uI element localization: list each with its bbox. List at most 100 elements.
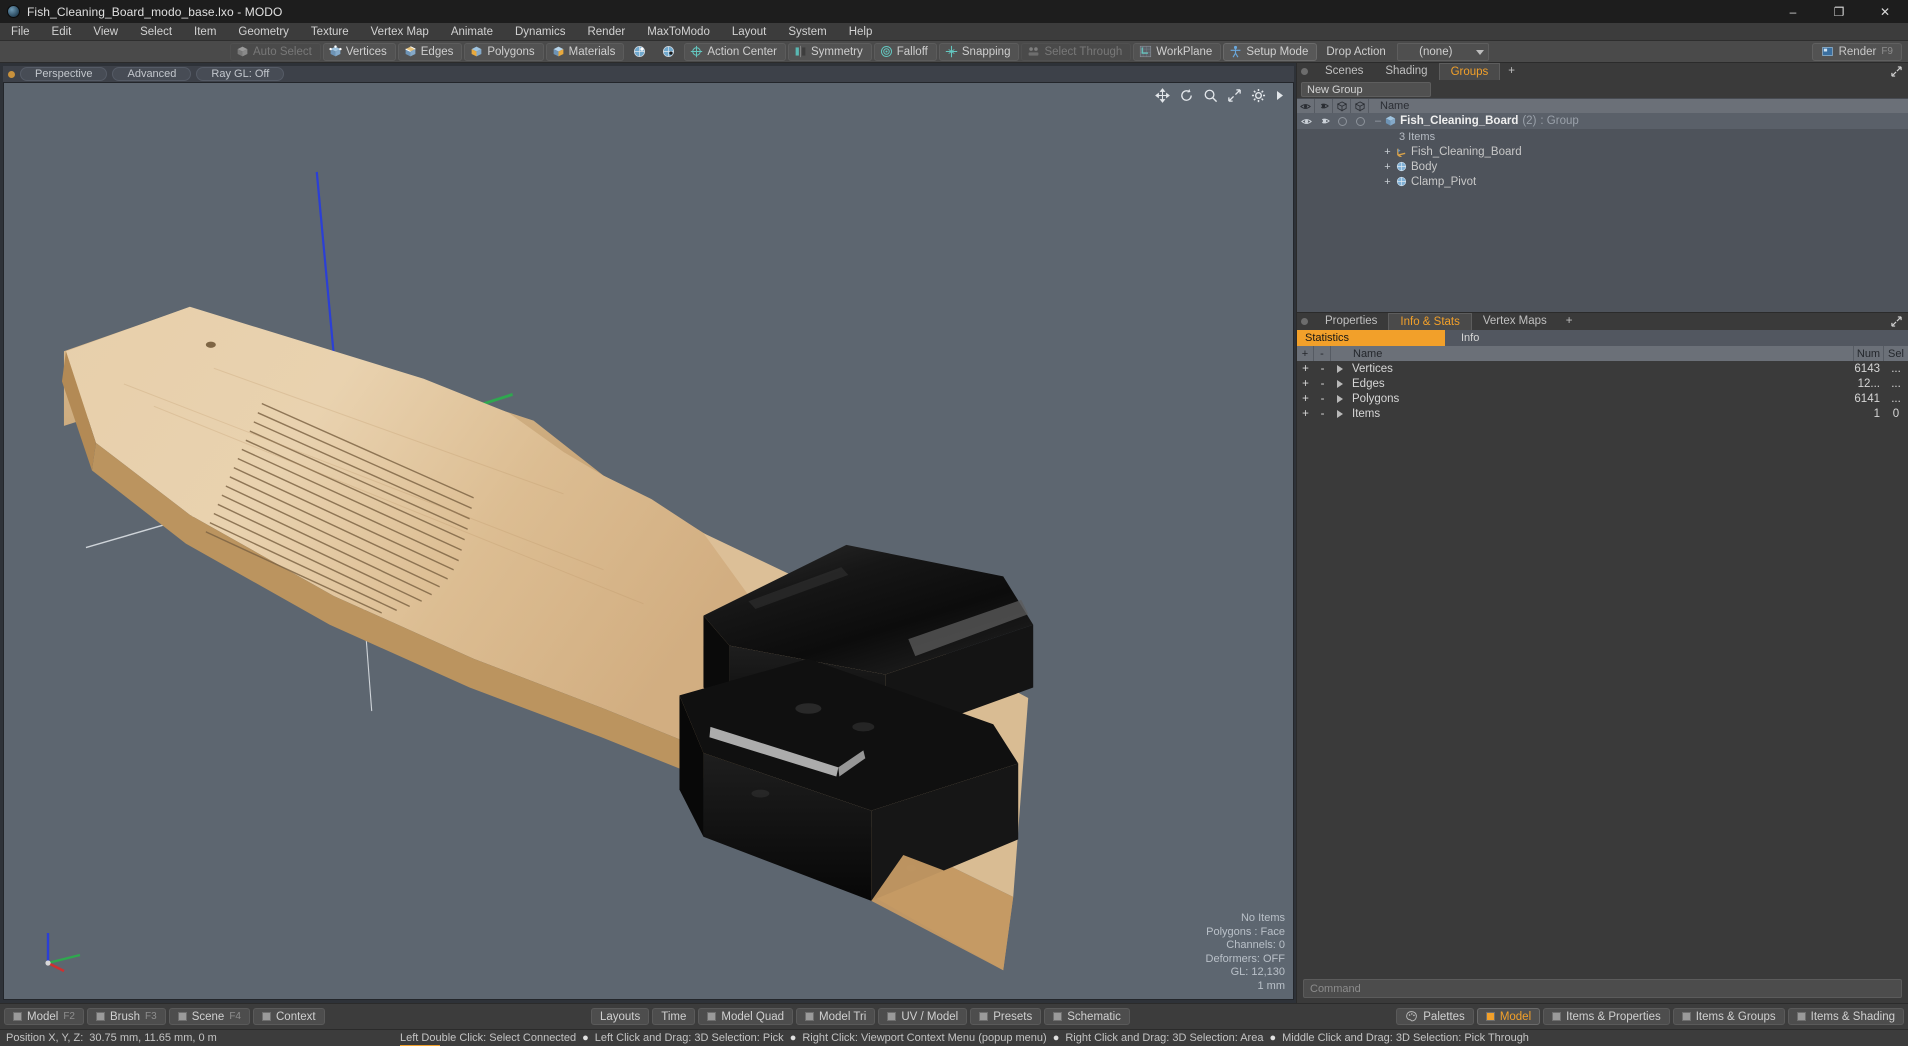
tree-col-shade[interactable] <box>1333 98 1351 114</box>
drop-action-select[interactable]: (none) <box>1396 42 1489 61</box>
falloff-button[interactable]: Falloff <box>873 42 937 61</box>
group-wire-toggle[interactable] <box>1351 116 1369 126</box>
menu-select[interactable]: Select <box>129 23 183 41</box>
chevron-right-icon[interactable] <box>1275 89 1285 102</box>
time-button[interactable]: Time <box>652 1008 696 1025</box>
tab-vertex-maps[interactable]: Vertex Maps <box>1472 313 1558 330</box>
stats-expander-polygons[interactable] <box>1337 394 1343 403</box>
snapping-button[interactable]: Snapping <box>938 42 1020 61</box>
group-shade-toggle[interactable] <box>1333 116 1351 126</box>
tree-expander-mesh[interactable]: + <box>1383 146 1392 158</box>
command-input[interactable]: Command <box>1303 979 1902 998</box>
stats-add-items[interactable]: + <box>1297 406 1314 421</box>
menu-dynamics[interactable]: Dynamics <box>504 23 576 41</box>
tree-row-item-body[interactable]: + Body <box>1297 159 1908 174</box>
workplane-button[interactable]: WorkPlane <box>1133 42 1222 61</box>
scene-panel-menu-dot-icon[interactable] <box>1301 68 1308 75</box>
gear-icon[interactable] <box>1251 88 1266 103</box>
stats-add-polygons[interactable]: + <box>1297 391 1314 406</box>
materials-button[interactable]: Materials <box>545 42 625 61</box>
tree-expander-clamp-pivot[interactable]: + <box>1383 176 1392 188</box>
stats-expander-vertices[interactable] <box>1337 364 1343 373</box>
tree-col-wire[interactable] <box>1351 98 1369 114</box>
tree-row-group[interactable]: – Fish_Cleaning_Board (2) : Group <box>1297 113 1908 129</box>
globe-center-button[interactable] <box>626 43 653 61</box>
expand-stats-panel-icon[interactable] <box>1891 316 1902 327</box>
mode-context-button[interactable]: Context <box>253 1008 325 1025</box>
tree-col-render[interactable] <box>1315 98 1333 114</box>
menu-geometry[interactable]: Geometry <box>227 23 300 41</box>
stats-row-polygons[interactable]: + - Polygons 6141 ... <box>1297 391 1908 406</box>
symmetry-button[interactable]: Symmetry <box>788 42 872 61</box>
layout-items-shading-button[interactable]: Items & Shading <box>1787 1008 1905 1025</box>
polygons-button[interactable]: Polygons <box>464 42 544 61</box>
mode-brush-button[interactable]: Brush F3 <box>87 1008 166 1025</box>
viewport-3d[interactable]: No Items Polygons : Face Channels: 0 Def… <box>3 82 1294 1000</box>
model-tri-button[interactable]: Model Tri <box>796 1008 876 1025</box>
menu-maxtomodo[interactable]: MaxToModo <box>636 23 721 41</box>
group-visibility-toggle[interactable] <box>1297 117 1315 126</box>
viewport-tab-perspective[interactable]: Perspective <box>20 67 108 81</box>
render-button[interactable]: Render F9 <box>1811 42 1902 61</box>
mode-scene-button[interactable]: Scene F4 <box>168 1008 250 1025</box>
menu-layout[interactable]: Layout <box>721 23 778 41</box>
stats-row-items[interactable]: + - Items 1 0 <box>1297 406 1908 421</box>
stats-remove-vertices[interactable]: - <box>1314 361 1331 376</box>
layout-model-button[interactable]: Model <box>1476 1008 1541 1025</box>
move-icon[interactable] <box>1155 88 1170 103</box>
menu-file[interactable]: File <box>0 23 41 41</box>
minimize-button[interactable]: – <box>1770 0 1816 23</box>
stats-row-edges[interactable]: + - Edges 12... ... <box>1297 376 1908 391</box>
tab-properties[interactable]: Properties <box>1314 313 1388 330</box>
auto-select-button[interactable]: Auto Select <box>230 42 321 61</box>
menu-help[interactable]: Help <box>838 23 884 41</box>
menu-system[interactable]: System <box>777 23 837 41</box>
menu-item[interactable]: Item <box>183 23 227 41</box>
tab-info-stats[interactable]: Info & Stats <box>1388 313 1472 330</box>
menu-view[interactable]: View <box>82 23 129 41</box>
mode-model-button[interactable]: Model F2 <box>4 1008 84 1025</box>
stats-add-vertices[interactable]: + <box>1297 361 1314 376</box>
schematic-button[interactable]: Schematic <box>1044 1008 1130 1025</box>
stats-expander-items[interactable] <box>1337 409 1343 418</box>
scene-tree[interactable]: – Fish_Cleaning_Board (2) : Group 3 Item… <box>1297 113 1908 313</box>
subtab-statistics[interactable]: Statistics <box>1297 330 1445 346</box>
viewport-tab-advanced[interactable]: Advanced <box>112 67 192 81</box>
stats-add-edges[interactable]: + <box>1297 376 1314 391</box>
tab-scenes[interactable]: Scenes <box>1314 63 1374 80</box>
action-center-button[interactable]: Action Center <box>684 42 787 61</box>
layout-items-groups-button[interactable]: Items & Groups <box>1672 1008 1785 1025</box>
presets-button[interactable]: Presets <box>970 1008 1042 1025</box>
rotate-icon[interactable] <box>1179 88 1194 103</box>
tree-col-visibility[interactable] <box>1297 98 1315 114</box>
menu-animate[interactable]: Animate <box>440 23 504 41</box>
model-quad-button[interactable]: Model Quad <box>698 1008 794 1025</box>
menu-vertex-map[interactable]: Vertex Map <box>360 23 440 41</box>
stats-remove-items[interactable]: - <box>1314 406 1331 421</box>
tab-add-scene[interactable]: + <box>1500 63 1523 80</box>
tree-row-item-clamp-pivot[interactable]: + Clamp_Pivot <box>1297 174 1908 189</box>
tree-expander-collapse[interactable]: – <box>1375 115 1381 127</box>
new-group-button[interactable]: New Group <box>1301 82 1431 97</box>
viewport-menu-dot-icon[interactable] <box>8 70 15 78</box>
layouts-button[interactable]: Layouts <box>590 1008 650 1025</box>
viewport-tab-raygl[interactable]: Ray GL: Off <box>196 67 285 81</box>
zoom-icon[interactable] <box>1203 88 1218 103</box>
layout-items-properties-button[interactable]: Items & Properties <box>1543 1008 1670 1025</box>
subtab-info[interactable]: Info <box>1445 330 1908 346</box>
menu-edit[interactable]: Edit <box>41 23 83 41</box>
group-render-toggle[interactable] <box>1315 116 1333 126</box>
palettes-button[interactable]: Palettes <box>1396 1008 1474 1025</box>
maximize-button[interactable]: ❐ <box>1816 0 1862 23</box>
tab-shading[interactable]: Shading <box>1374 63 1438 80</box>
tab-add-stats[interactable]: + <box>1558 313 1581 330</box>
stats-row-vertices[interactable]: + - Vertices 6143 ... <box>1297 361 1908 376</box>
uv-model-button[interactable]: UV / Model <box>878 1008 968 1025</box>
close-button[interactable]: ✕ <box>1862 0 1908 23</box>
tab-groups[interactable]: Groups <box>1438 63 1501 80</box>
fit-icon[interactable] <box>1227 88 1242 103</box>
globe-element-button[interactable] <box>655 43 682 61</box>
vertices-button[interactable]: Vertices <box>322 42 396 61</box>
select-through-button[interactable]: Select Through <box>1021 42 1132 61</box>
stats-panel-menu-dot-icon[interactable] <box>1301 318 1308 325</box>
